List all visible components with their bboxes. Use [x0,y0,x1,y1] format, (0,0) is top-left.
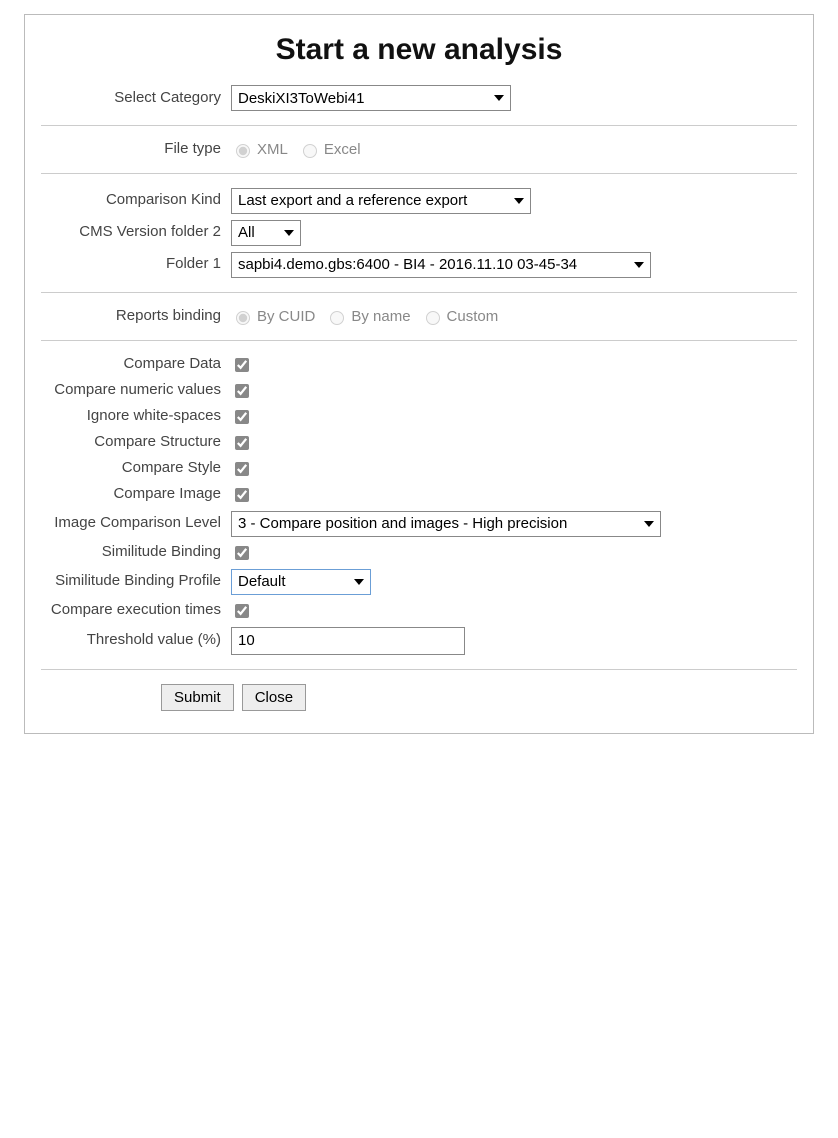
reports-binding-by-cuid-radio[interactable] [236,311,250,325]
label-file-type: File type [41,140,231,159]
row-file-type: File type XML Excel [41,140,797,159]
compare-numeric-checkbox[interactable] [235,384,249,398]
row-compare-style: Compare Style [41,459,797,479]
separator [41,173,797,174]
similitude-binding-profile-dropdown[interactable]: Default [231,569,371,595]
row-compare-data: Compare Data [41,355,797,375]
file-type-xml-label: XML [257,141,288,158]
row-ignore-ws: Ignore white-spaces [41,407,797,427]
label-compare-numeric: Compare numeric values [41,381,231,400]
label-image-comp-level: Image Comparison Level [41,514,231,533]
label-compare-exec-times: Compare execution times [41,601,231,620]
file-type-xml-radio[interactable] [236,144,250,158]
compare-data-checkbox[interactable] [235,358,249,372]
folder1-dropdown[interactable]: sapbi4.demo.gbs:6400 - BI4 - 2016.11.10 … [231,252,651,278]
reports-binding-custom-option[interactable]: Custom [421,308,499,325]
row-similitude-binding: Similitude Binding [41,543,797,563]
row-reports-binding: Reports binding By CUID By name Custom [41,307,797,326]
compare-style-checkbox[interactable] [235,462,249,476]
compare-exec-times-checkbox[interactable] [235,604,249,618]
reports-binding-by-cuid-label: By CUID [257,308,315,325]
file-type-xml-option[interactable]: XML [231,141,288,158]
submit-button[interactable]: Submit [161,684,234,711]
label-compare-structure: Compare Structure [41,433,231,452]
row-select-category: Select Category DeskiXI3ToWebi41 [41,85,797,111]
label-similitude-binding: Similitude Binding [41,543,231,562]
separator [41,125,797,126]
comparison-kind-dropdown[interactable]: Last export and a reference export [231,188,531,214]
row-comparison-kind: Comparison Kind Last export and a refere… [41,188,797,214]
close-button[interactable]: Close [242,684,306,711]
label-folder1: Folder 1 [41,255,231,274]
file-type-excel-label: Excel [324,141,361,158]
file-type-excel-option[interactable]: Excel [298,141,361,158]
label-compare-data: Compare Data [41,355,231,374]
separator [41,669,797,670]
row-similitude-binding-profile: Similitude Binding Profile Default [41,569,797,595]
reports-binding-by-name-option[interactable]: By name [325,308,410,325]
threshold-input[interactable] [231,627,465,655]
cms-version-folder2-dropdown[interactable]: All [231,220,301,246]
row-cms-version-folder2: CMS Version folder 2 All [41,220,797,246]
compare-image-checkbox[interactable] [235,488,249,502]
reports-binding-custom-radio[interactable] [426,311,440,325]
reports-binding-custom-label: Custom [447,308,499,325]
reports-binding-by-name-label: By name [351,308,410,325]
label-cms-version-folder2: CMS Version folder 2 [41,223,231,242]
label-threshold: Threshold value (%) [41,631,231,650]
separator [41,292,797,293]
label-ignore-ws: Ignore white-spaces [41,407,231,426]
button-row: Submit Close [41,684,797,711]
analysis-form-card: Start a new analysis Select Category Des… [24,14,814,734]
reports-binding-by-cuid-option[interactable]: By CUID [231,308,315,325]
row-folder1: Folder 1 sapbi4.demo.gbs:6400 - BI4 - 20… [41,252,797,278]
page-title: Start a new analysis [41,33,797,67]
image-comp-level-dropdown[interactable]: 3 - Compare position and images - High p… [231,511,661,537]
label-similitude-binding-profile: Similitude Binding Profile [41,572,231,591]
row-compare-image: Compare Image [41,485,797,505]
label-compare-style: Compare Style [41,459,231,478]
row-compare-exec-times: Compare execution times [41,601,797,621]
label-reports-binding: Reports binding [41,307,231,326]
row-image-comp-level: Image Comparison Level 3 - Compare posit… [41,511,797,537]
row-compare-structure: Compare Structure [41,433,797,453]
select-category-dropdown[interactable]: DeskiXI3ToWebi41 [231,85,511,111]
label-comparison-kind: Comparison Kind [41,191,231,210]
row-threshold: Threshold value (%) [41,627,797,655]
label-compare-image: Compare Image [41,485,231,504]
row-compare-numeric: Compare numeric values [41,381,797,401]
file-type-excel-radio[interactable] [303,144,317,158]
separator [41,340,797,341]
label-select-category: Select Category [41,89,231,108]
reports-binding-by-name-radio[interactable] [330,311,344,325]
ignore-ws-checkbox[interactable] [235,410,249,424]
similitude-binding-checkbox[interactable] [235,546,249,560]
compare-structure-checkbox[interactable] [235,436,249,450]
